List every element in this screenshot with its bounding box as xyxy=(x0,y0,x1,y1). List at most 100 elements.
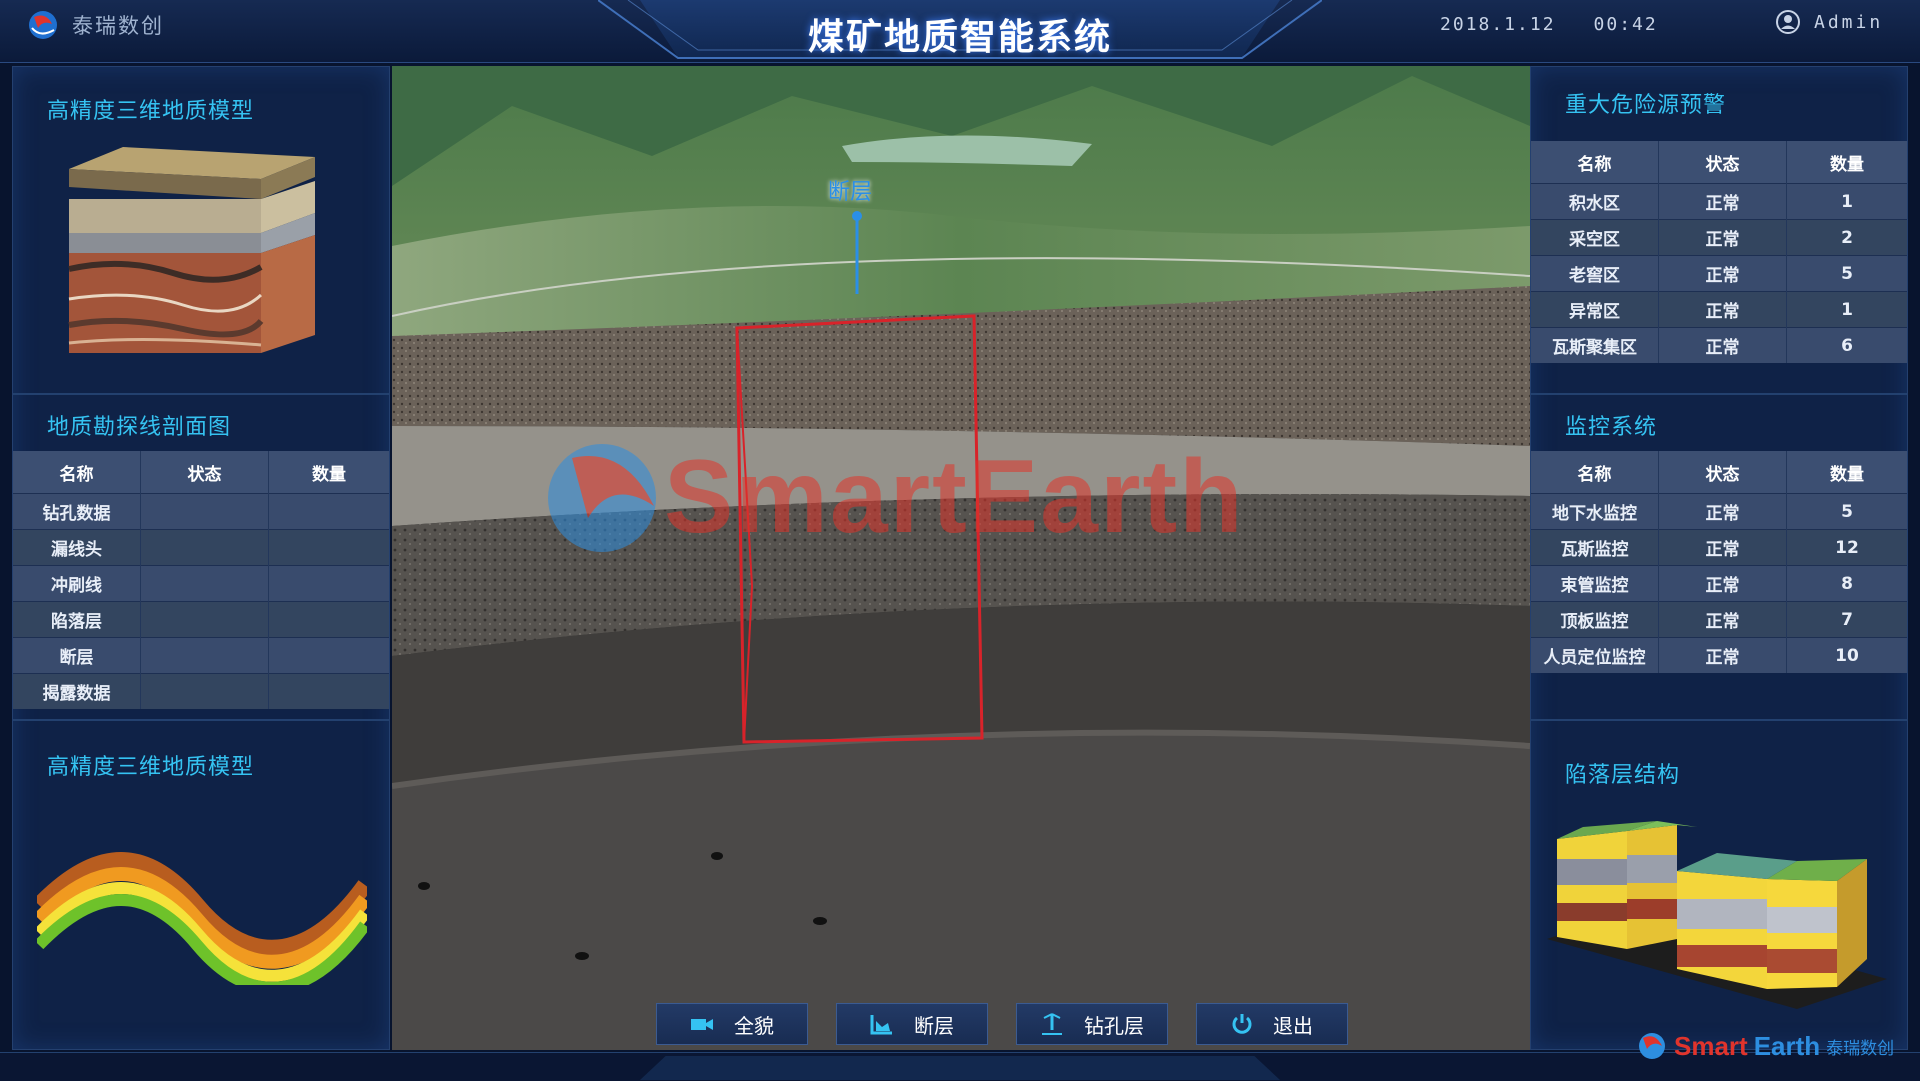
cell-status: 正常 xyxy=(1658,601,1787,638)
left-model-title: 高精度三维地质模型 xyxy=(47,99,255,124)
table-row[interactable]: 人员定位监控 正常 10 xyxy=(1531,637,1907,673)
table-row[interactable]: 积水区 正常 1 xyxy=(1531,183,1907,220)
header-bar: 泰瑞数创 煤矿地质智能系统 2018.1.12 00:42 Admin xyxy=(0,0,1920,63)
cell-count: 5 xyxy=(1786,255,1907,292)
section-profile-title: 地质勘探线剖面图 xyxy=(47,415,232,440)
cell-status: 正常 xyxy=(1658,637,1787,673)
exit-button[interactable]: 退出 xyxy=(1196,1003,1348,1045)
user-menu[interactable]: Admin xyxy=(1776,10,1883,34)
user-name: Admin xyxy=(1814,11,1884,33)
profile-table: 名称 状态 数量 钻孔数据 漏线头 冲刷线 陷落层 断层 揭露数据 xyxy=(13,451,389,709)
cell-status xyxy=(140,565,269,602)
footer-logo-cn: 泰瑞数创 xyxy=(1826,1038,1895,1059)
datetime: 2018.1.12 00:42 xyxy=(1440,14,1696,35)
monitor-table: 名称 状态 数量 地下水监控 正常 5 瓦斯监控 正常 12 束管监控 正常 8 顶板监控正… xyxy=(1531,451,1907,673)
cell-count xyxy=(268,673,389,709)
cell-count xyxy=(268,565,389,602)
table-row[interactable]: 异常区 正常 1 xyxy=(1531,291,1907,328)
table-row[interactable]: 地下水监控 正常 5 xyxy=(1531,493,1907,530)
cell-status: 正常 xyxy=(1658,255,1787,292)
smartearth-logo-icon xyxy=(1639,1033,1665,1059)
footer-logo-earth: Earth xyxy=(1753,1030,1821,1061)
footer-logo: Smart Earth 泰瑞数创 xyxy=(1636,1030,1894,1062)
hazard-title: 重大危险源预警 xyxy=(1565,93,1727,118)
view-toolbar: 全貌 断层 钻孔层 退出 xyxy=(656,1003,1348,1045)
fault-label[interactable]: 断层 xyxy=(828,174,872,206)
cell-name: 积水区 xyxy=(1531,183,1659,220)
cell-count xyxy=(268,529,389,566)
brand-name: 泰瑞数创 xyxy=(72,14,164,38)
page-title: 煤矿地质智能系统 xyxy=(807,17,1112,58)
cell-name: 钻孔数据 xyxy=(13,493,141,530)
cell-name: 揭露数据 xyxy=(13,673,141,709)
drill-icon xyxy=(1042,1013,1062,1035)
watermark-logo-icon xyxy=(548,444,656,552)
left-model-title-2: 高精度三维地质模型 xyxy=(47,755,255,780)
cell-name: 瓦斯聚集区 xyxy=(1531,327,1659,363)
cell-count xyxy=(268,637,389,674)
geology-block-model[interactable] xyxy=(63,139,323,379)
cell-name: 地下水监控 xyxy=(1531,493,1659,530)
cell-status xyxy=(140,493,269,530)
table-header-row: 名称 状态 数量 xyxy=(1531,451,1907,494)
fault-button[interactable]: 断层 xyxy=(836,1003,988,1045)
col-status: 状态 xyxy=(140,451,269,494)
3d-viewport[interactable]: 断层 SmartEarth xyxy=(392,66,1530,1050)
table-row[interactable]: 钻孔数据 xyxy=(13,493,389,530)
cell-count: 1 xyxy=(1786,291,1907,328)
user-icon xyxy=(1776,10,1800,34)
brand: 泰瑞数创 xyxy=(26,8,164,42)
cell-name: 人员定位监控 xyxy=(1531,637,1659,673)
left-panel: 高精度三维地质模型 地质勘探线剖面图 名称 状态 数量 钻孔数据 漏线头 冲刷线 xyxy=(12,66,390,1050)
table-row[interactable]: 采空区 正常 2 xyxy=(1531,219,1907,256)
col-status: 状态 xyxy=(1658,451,1787,494)
table-header-row: 名称 状态 数量 xyxy=(13,451,389,494)
date-text: 2018.1.12 xyxy=(1440,14,1556,35)
table-row[interactable]: 瓦斯监控 正常 12 xyxy=(1531,529,1907,566)
drill-layer-label: 钻孔层 xyxy=(1084,1013,1144,1038)
footer-logo-smart: Smart xyxy=(1674,1030,1748,1061)
table-row[interactable]: 束管监控 正常 8 xyxy=(1531,565,1907,602)
col-count: 数量 xyxy=(1786,141,1907,184)
overview-label: 全貌 xyxy=(734,1013,774,1038)
table-row[interactable]: 揭露数据 xyxy=(13,673,389,709)
table-row[interactable]: 冲刷线 xyxy=(13,565,389,602)
cell-status: 正常 xyxy=(1658,493,1787,530)
table-row[interactable]: 陷落层 xyxy=(13,601,389,638)
cell-count: 7 xyxy=(1786,601,1907,638)
cell-count: 1 xyxy=(1786,183,1907,220)
cell-name: 冲刷线 xyxy=(13,565,141,602)
cell-status xyxy=(140,637,269,674)
watermark-text: SmartEarth xyxy=(664,439,1245,555)
table-row[interactable]: 断层 xyxy=(13,637,389,674)
geology-scene xyxy=(392,66,1530,1050)
cell-status: 正常 xyxy=(1658,291,1787,328)
fault-label-btn: 断层 xyxy=(914,1013,954,1038)
collapse-title: 陷落层结构 xyxy=(1565,763,1681,788)
cell-count xyxy=(268,493,389,530)
overview-button[interactable]: 全貌 xyxy=(656,1003,808,1045)
cell-name: 异常区 xyxy=(1531,291,1659,328)
collapse-structure-model[interactable] xyxy=(1547,819,1897,1015)
divider xyxy=(13,393,389,395)
cell-name: 束管监控 xyxy=(1531,565,1659,602)
cell-count: 10 xyxy=(1786,637,1907,673)
cell-status xyxy=(140,673,269,709)
table-row[interactable]: 顶板监控 正常 7 xyxy=(1531,601,1907,638)
right-panel: 重大危险源预警 名称 状态 数量 积水区 正常 1 采空区 正常 2 老窖区 正常 5 异常… xyxy=(1530,66,1908,1050)
table-row[interactable]: 漏线头 xyxy=(13,529,389,566)
table-row[interactable]: 瓦斯聚集区 正常 6 xyxy=(1531,327,1907,363)
col-name: 名称 xyxy=(13,451,141,494)
col-name: 名称 xyxy=(1531,141,1659,184)
drill-layer-button[interactable]: 钻孔层 xyxy=(1016,1003,1168,1045)
cell-status: 正常 xyxy=(1658,183,1787,220)
cell-count: 5 xyxy=(1786,493,1907,530)
cell-status xyxy=(140,529,269,566)
camera-icon xyxy=(691,1019,713,1030)
col-count: 数量 xyxy=(268,451,389,494)
cell-status: 正常 xyxy=(1658,529,1787,566)
table-row[interactable]: 老窖区 正常 5 xyxy=(1531,255,1907,292)
fold-strata-model[interactable] xyxy=(37,845,367,985)
cell-name: 瓦斯监控 xyxy=(1531,529,1659,566)
cell-count: 6 xyxy=(1786,327,1907,363)
